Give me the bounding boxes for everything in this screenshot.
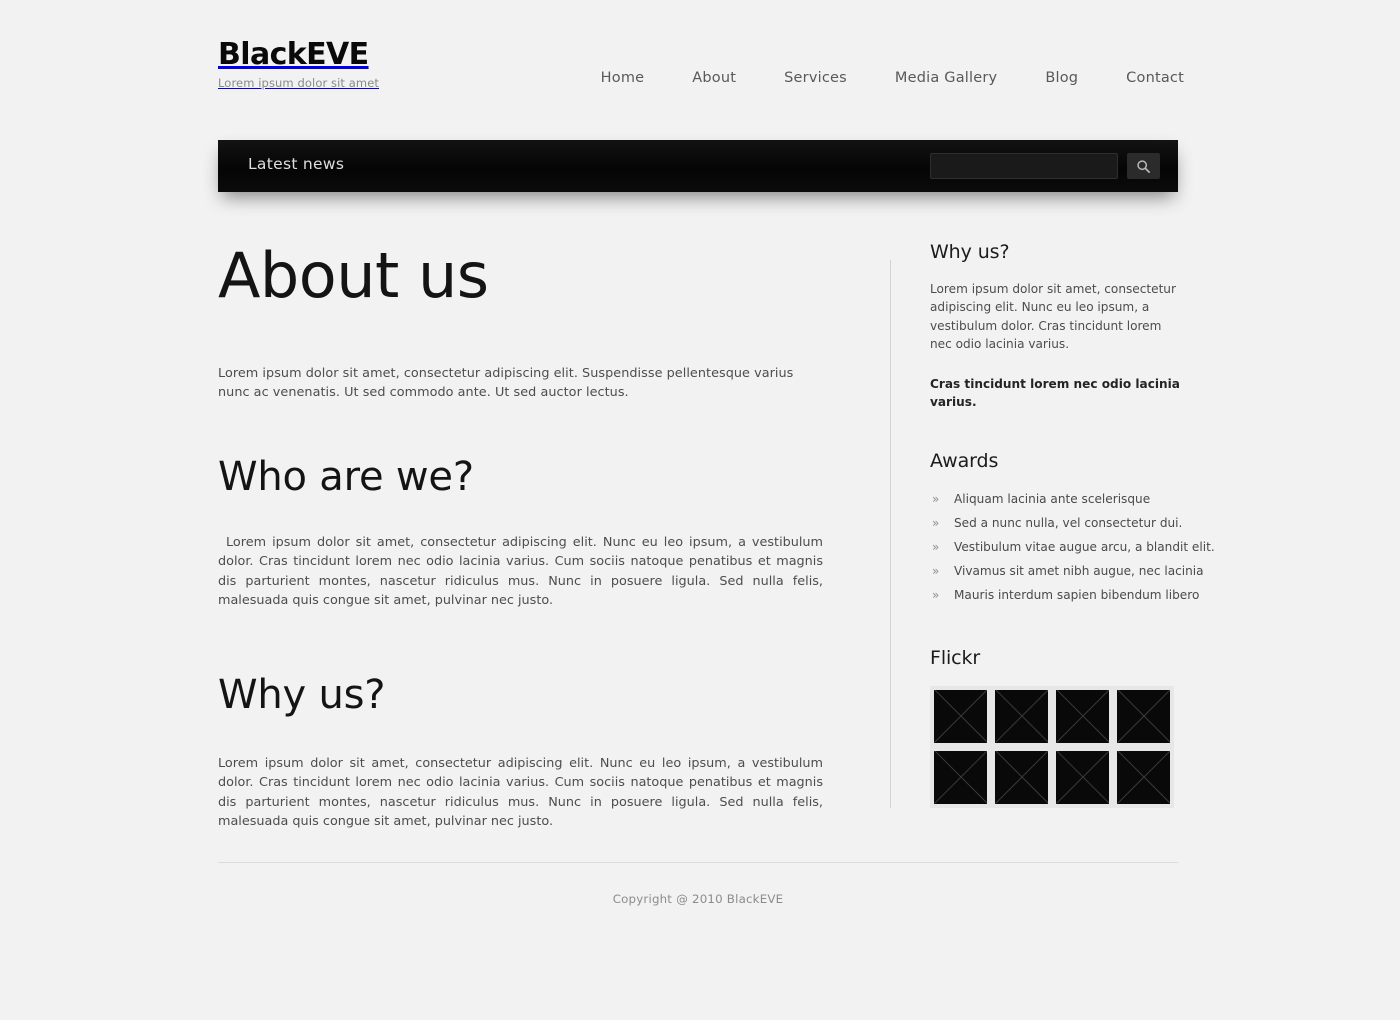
image-placeholder-icon — [934, 750, 987, 804]
search-button[interactable] — [1127, 153, 1160, 179]
latest-news-label: Latest news — [248, 155, 345, 173]
flickr-thumb-4[interactable] — [1113, 685, 1174, 747]
main-column: About us Lorem ipsum dolor sit amet, con… — [218, 240, 858, 831]
section-heading-who-are-we: Who are we? — [218, 454, 474, 500]
page-title: About us — [218, 239, 489, 312]
flickr-thumb-3[interactable] — [1052, 685, 1113, 747]
section-heading-why-us: Why us? — [218, 672, 386, 719]
image-placeholder-icon — [1117, 750, 1170, 804]
nav-item-blog[interactable]: Blog — [1045, 70, 1078, 86]
awards-item-label: Aliquam lacinia ante scelerisque — [954, 491, 1151, 506]
awards-item-label: Sed a nunc nulla, vel consectetur dui. — [954, 515, 1183, 530]
nav-item-about[interactable]: About — [692, 70, 736, 86]
flickr-thumb-2[interactable] — [991, 685, 1052, 747]
section-body-who-are-we: Lorem ipsum dolor sit amet, consectetur … — [218, 535, 823, 608]
awards-list: » Aliquam lacinia ante scelerisque » Sed… — [930, 487, 1215, 607]
sidebar-highlight-why-us: Cras tincidunt lorem nec odio lacinia va… — [930, 376, 1180, 409]
nav-item-services[interactable]: Services — [784, 70, 847, 86]
awards-list-item[interactable]: » Aliquam lacinia ante scelerisque — [930, 487, 1182, 511]
latest-news-bar: Latest news — [218, 140, 1178, 192]
image-placeholder-icon — [1056, 750, 1109, 804]
image-placeholder-icon — [1117, 689, 1170, 743]
nav-item-home[interactable]: Home — [601, 70, 645, 86]
flickr-thumbnail-grid — [930, 685, 1174, 808]
flickr-section: Flickr — [930, 646, 1182, 808]
sidebar-heading-why-us: Why us? — [930, 241, 1010, 263]
search-field-wrapper[interactable] — [930, 153, 1118, 179]
brand-tagline: Lorem ipsum dolor sit amet — [218, 76, 380, 90]
nav-item-contact[interactable]: Contact — [1126, 70, 1184, 86]
awards-list-item[interactable]: » Vivamus sit amet nibh augue, nec lacin… — [930, 559, 1204, 583]
main-navigation: Home About Services Media Gallery Blog C… — [601, 70, 1184, 86]
brand-name: BlackEVE — [218, 37, 369, 72]
flickr-thumb-7[interactable] — [1052, 746, 1113, 808]
awards-item-label: Vestibulum vitae augue arcu, a blandit e… — [954, 539, 1215, 554]
site-header: BlackEVE Lorem ipsum dolor sit amet Home… — [218, 38, 1184, 100]
sidebar: Why us? Lorem ipsum dolor sit amet, cons… — [930, 240, 1215, 808]
image-placeholder-icon — [995, 689, 1048, 743]
footer-copyright: Copyright @ 2010 BlackEVE — [612, 892, 784, 906]
image-placeholder-icon — [1056, 689, 1109, 743]
section-body-why-us: Lorem ipsum dolor sit amet, consectetur … — [218, 756, 823, 830]
flickr-thumb-6[interactable] — [991, 746, 1052, 808]
image-placeholder-icon — [995, 750, 1048, 804]
flickr-thumb-8[interactable] — [1113, 746, 1174, 808]
nav-item-media-gallery[interactable]: Media Gallery — [895, 70, 997, 86]
awards-item-label: Mauris interdum sapien bibendum libero — [954, 587, 1200, 602]
site-logo[interactable]: BlackEVE Lorem ipsum dolor sit amet — [218, 37, 380, 91]
awards-section: Awards » Aliquam lacinia ante scelerisqu… — [930, 449, 1215, 607]
flickr-thumb-1[interactable] — [930, 685, 991, 747]
sidebar-heading-flickr: Flickr — [930, 646, 981, 669]
awards-list-item[interactable]: » Mauris interdum sapien bibendum libero — [930, 583, 1199, 607]
chevron-double-right-icon: » — [932, 563, 940, 578]
intro-paragraph: Lorem ipsum dolor sit amet, consectetur … — [218, 366, 794, 400]
awards-list-item[interactable]: » Sed a nunc nulla, vel consectetur dui. — [930, 511, 1182, 535]
search-icon — [1136, 159, 1151, 174]
page-root: BlackEVE Lorem ipsum dolor sit amet Home… — [0, 0, 1400, 1020]
image-placeholder-icon — [934, 689, 987, 743]
column-divider — [890, 260, 891, 808]
awards-list-item[interactable]: » Vestibulum vitae augue arcu, a blandit… — [930, 535, 1215, 559]
awards-item-label: Vivamus sit amet nibh augue, nec lacinia — [954, 563, 1204, 578]
sidebar-text-why-us: Lorem ipsum dolor sit amet, consectetur … — [930, 282, 1176, 352]
chevron-double-right-icon: » — [932, 587, 940, 602]
search-input[interactable] — [931, 154, 1117, 178]
footer-divider — [218, 862, 1178, 863]
flickr-thumb-5[interactable] — [930, 746, 991, 808]
sidebar-heading-awards: Awards — [930, 449, 999, 472]
chevron-double-right-icon: » — [932, 515, 940, 530]
chevron-double-right-icon: » — [932, 539, 940, 554]
chevron-double-right-icon: » — [932, 491, 940, 506]
